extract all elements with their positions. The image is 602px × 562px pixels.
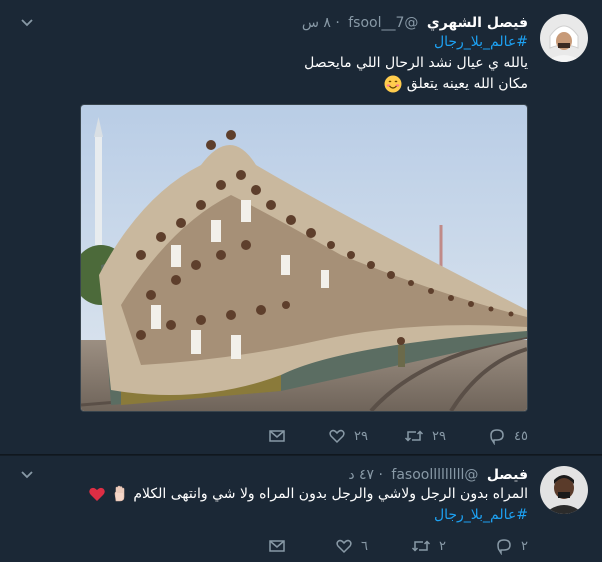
like-button[interactable]: ٢٩ bbox=[328, 426, 368, 446]
retweet-icon bbox=[405, 430, 424, 442]
like-count: ٦ bbox=[361, 538, 368, 554]
reply-count: ٤٥ bbox=[514, 428, 528, 444]
retweet-count: ٢٩ bbox=[432, 428, 446, 444]
reply-icon bbox=[490, 429, 504, 445]
direct-message-button[interactable] bbox=[268, 536, 286, 556]
tweet-time[interactable]: · ٤٧ د bbox=[348, 467, 383, 483]
raised-hand-emoji-icon bbox=[114, 485, 125, 502]
tweet-time-label: ٨ س bbox=[301, 15, 331, 31]
retweet-button[interactable]: ٢ bbox=[411, 536, 446, 556]
heart-icon bbox=[329, 429, 345, 444]
tweet-card[interactable]: فيصل الشهري @fsool__7 · ٨ س #عالم_بلا_رج… bbox=[0, 0, 602, 455]
like-count: ٢٩ bbox=[354, 428, 368, 444]
reply-button[interactable]: ٢ bbox=[495, 536, 528, 556]
author-handle[interactable]: @fsool__7 bbox=[348, 15, 418, 31]
author-handle[interactable]: @fasoolllllllll bbox=[391, 467, 478, 483]
avatar[interactable] bbox=[540, 466, 588, 514]
dot-separator: · bbox=[330, 15, 340, 31]
hashtag-link[interactable]: #عالم_بلا_رجال bbox=[304, 32, 528, 53]
crowded-train-photo[interactable] bbox=[80, 104, 528, 412]
chevron-down-icon[interactable] bbox=[20, 468, 34, 482]
tweet-time-label: ٤٧ د bbox=[348, 467, 375, 483]
dot-separator: · bbox=[374, 467, 383, 483]
tweet-text-line: المراه بدون الرجل ولاشي والرجل بدون المر… bbox=[133, 486, 528, 502]
tweet-text-line: مكان الله يعينه يتعلق bbox=[406, 76, 528, 92]
avatar[interactable] bbox=[540, 14, 588, 62]
tweet-text-line: يالله ي عيال نشد الرحال اللي مايحصل bbox=[304, 55, 528, 71]
tweet-card[interactable]: فيصل @fasoolllllllll · ٤٧ د المراه بدون … bbox=[0, 456, 602, 562]
tweet-actions: ٤٥ ٢٩ ٢٩ bbox=[250, 426, 528, 446]
chevron-down-icon[interactable] bbox=[20, 16, 34, 30]
reply-button[interactable]: ٤٥ bbox=[488, 426, 528, 446]
hashtag-link[interactable]: #عالم_بلا_رجال bbox=[88, 505, 528, 526]
tweet-time[interactable]: · ٨ س bbox=[302, 15, 340, 31]
author-name[interactable]: فيصل الشهري bbox=[427, 15, 528, 31]
retweet-count: ٢ bbox=[439, 538, 446, 554]
direct-message-button[interactable] bbox=[268, 426, 286, 446]
envelope-icon bbox=[269, 540, 285, 552]
reply-icon bbox=[497, 539, 511, 555]
like-button[interactable]: ٦ bbox=[335, 536, 368, 556]
retweet-icon bbox=[411, 540, 431, 552]
red-heart-emoji-icon bbox=[89, 487, 106, 501]
reply-count: ٢ bbox=[521, 538, 528, 554]
heart-icon bbox=[336, 539, 352, 554]
retweet-button[interactable]: ٢٩ bbox=[404, 426, 446, 446]
author-name[interactable]: فيصل bbox=[487, 467, 528, 483]
envelope-icon bbox=[269, 430, 285, 442]
tweet-actions: ٢ ٢ ٦ bbox=[250, 536, 528, 556]
smiling-face-emoji-icon bbox=[384, 75, 402, 93]
